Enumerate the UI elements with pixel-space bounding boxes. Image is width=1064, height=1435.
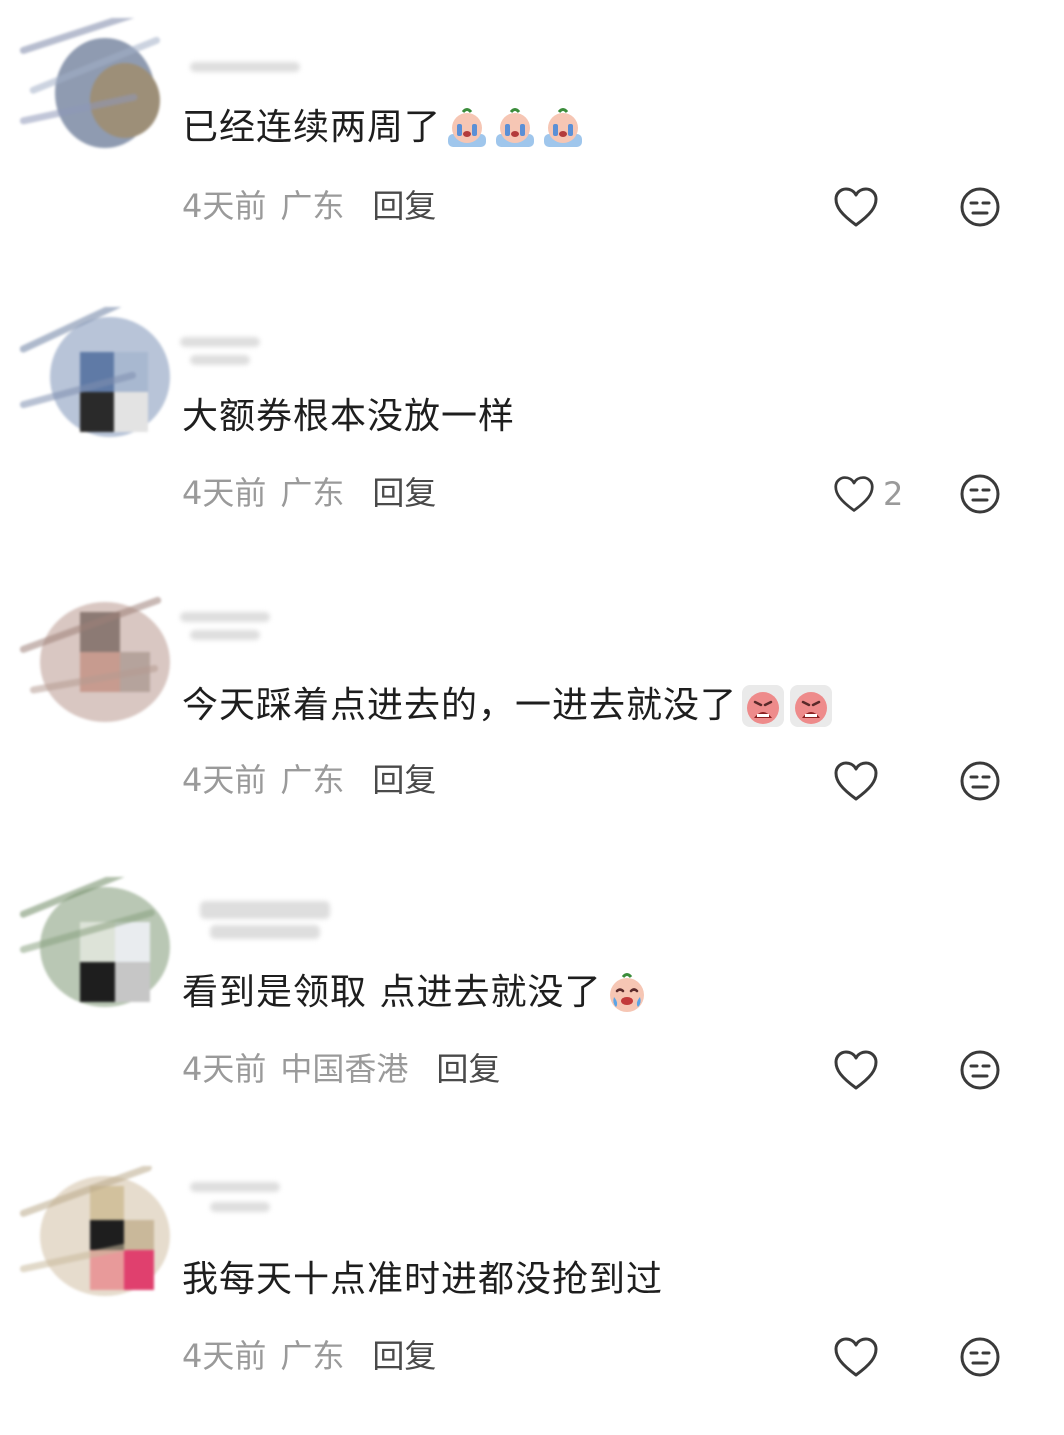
avatar[interactable]	[20, 307, 180, 437]
heart-outline-icon	[834, 1337, 878, 1377]
comment-item: 看到是领取 点进去就没了 4天前 中国香港 回复	[0, 861, 1064, 1148]
wailing-face-emoji	[790, 685, 833, 727]
comment-meta: 4天前 中国香港 回复	[182, 1047, 500, 1091]
like-button[interactable]	[833, 1047, 879, 1093]
comment-time: 4天前	[182, 1337, 267, 1375]
crying-face-emoji	[544, 108, 583, 147]
crying-face-emoji	[448, 108, 487, 147]
username-blurred[interactable]	[180, 323, 340, 387]
unamused-face-icon[interactable]	[958, 1335, 1002, 1379]
crying-face-emoji	[496, 108, 535, 147]
comment-meta: 4天前 广东 回复	[182, 471, 436, 515]
heart-outline-icon	[834, 476, 874, 512]
unamused-face-icon[interactable]	[958, 185, 1002, 229]
comment-item: 我每天十点准时进都没抢到过 4天前 广东 回复	[0, 1148, 1064, 1435]
comment-time: 4天前	[182, 1050, 267, 1088]
comment-text: 看到是领取 点进去就没了	[182, 969, 649, 1017]
unamused-face-icon[interactable]	[958, 759, 1002, 803]
like-button[interactable]: 2	[833, 471, 903, 517]
like-button[interactable]	[833, 758, 879, 804]
comment-text: 已经连续两周了	[182, 104, 585, 152]
comment-meta: 4天前 广东 回复	[182, 184, 436, 228]
reply-button[interactable]: 回复	[372, 184, 436, 228]
comment-meta: 4天前 广东 回复	[182, 1334, 436, 1378]
comment-location: 广东	[280, 761, 345, 799]
heart-outline-icon	[834, 187, 878, 227]
username-blurred[interactable]	[180, 40, 340, 104]
comment-location: 广东	[280, 474, 345, 512]
avatar[interactable]	[20, 877, 180, 1007]
reply-button[interactable]: 回复	[372, 1334, 436, 1378]
reply-button[interactable]: 回复	[436, 1047, 500, 1091]
comment-text: 我每天十点准时进都没抢到过	[182, 1259, 664, 1300]
comment-time: 4天前	[182, 187, 267, 225]
wailing-face-emoji	[742, 685, 785, 727]
username-blurred[interactable]	[180, 1168, 340, 1232]
comment-location: 中国香港	[280, 1050, 409, 1088]
comment-time: 4天前	[182, 474, 267, 512]
like-button[interactable]	[833, 1334, 879, 1380]
comment-location: 广东	[280, 187, 345, 225]
like-count: 2	[883, 475, 904, 513]
comment-time: 4天前	[182, 761, 267, 799]
unamused-face-icon[interactable]	[958, 472, 1002, 516]
like-button[interactable]	[833, 184, 879, 230]
reply-button[interactable]: 回复	[372, 471, 436, 515]
comment-meta: 4天前 广东 回复	[182, 758, 436, 802]
tearful-face-emoji	[610, 973, 645, 1012]
comment-item: 大额券根本没放一样 4天前 广东 回复 2	[0, 287, 1064, 574]
comment-item: 已经连续两周了 4天前 广东 回复	[0, 0, 1064, 287]
comment-location: 广东	[280, 1337, 345, 1375]
username-blurred[interactable]	[180, 889, 340, 953]
heart-outline-icon	[834, 761, 878, 801]
comment-text: 大额券根本没放一样	[182, 396, 516, 437]
avatar[interactable]	[20, 1166, 180, 1296]
heart-outline-icon	[834, 1050, 878, 1090]
comment-text: 今天踩着点进去的，一进去就没了	[182, 682, 833, 730]
avatar[interactable]	[20, 592, 180, 722]
username-blurred[interactable]	[180, 594, 340, 658]
reply-button[interactable]: 回复	[372, 758, 436, 802]
comment-item: 今天踩着点进去的，一进去就没了 4天前 广东 回复	[0, 574, 1064, 861]
unamused-face-icon[interactable]	[958, 1048, 1002, 1092]
avatar[interactable]	[20, 18, 180, 148]
